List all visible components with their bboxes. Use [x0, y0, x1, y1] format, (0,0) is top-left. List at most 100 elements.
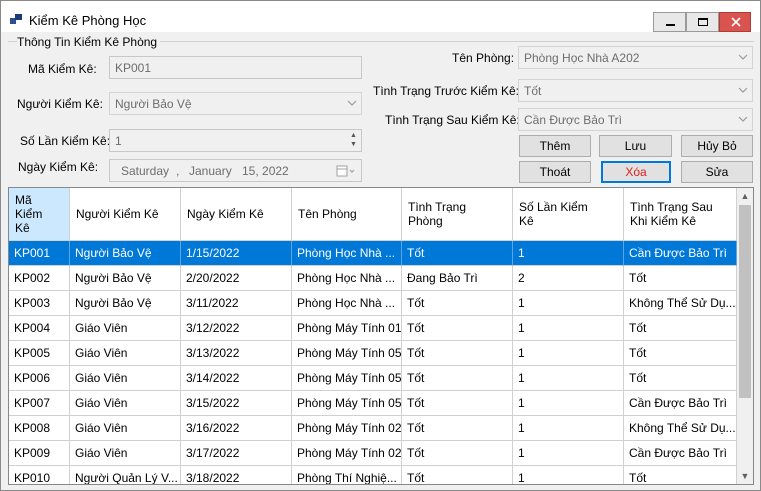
scroll-down-icon[interactable]: ▼	[737, 468, 753, 484]
table-row[interactable]: KP001 Người Bảo Vệ 1/15/2022 Phòng Học Nhà …	[9, 241, 737, 266]
table-cell-tinh-trang-sau[interactable]: Không Thể Sử Dụ...	[624, 416, 737, 441]
table-cell-so-lan-kiem-ke[interactable]: 1	[513, 391, 624, 416]
table-cell-ten-phong[interactable]: Phòng Máy Tính 05	[292, 391, 402, 416]
tinh-trang-truoc-combo[interactable]: Tốt	[518, 79, 753, 102]
table-cell-tinh-trang-phong[interactable]: Tốt	[402, 241, 513, 266]
table-cell-tinh-trang-phong[interactable]: Tốt	[402, 466, 513, 484]
table-cell-tinh-trang-sau[interactable]: Tốt	[624, 266, 737, 291]
table-cell-so-lan-kiem-ke[interactable]: 1	[513, 466, 624, 484]
tinh-trang-sau-combo[interactable]: Cần Được Bảo Trì	[518, 108, 753, 131]
table-cell-ten-phong[interactable]: Phòng Máy Tính 02	[292, 416, 402, 441]
column-header-ma-kiem-ke[interactable]: Mã Kiểm Kê	[9, 188, 70, 241]
add-button[interactable]: Thêm	[519, 135, 591, 157]
table-cell-tinh-trang-phong[interactable]: Tốt	[402, 441, 513, 466]
table-cell-ten-phong[interactable]: Phòng Thí Nghiệ...	[292, 466, 402, 484]
table-cell-tinh-trang-sau[interactable]: Tốt	[624, 341, 737, 366]
table-cell-so-lan-kiem-ke[interactable]: 2	[513, 266, 624, 291]
table-cell-tinh-trang-phong[interactable]: Tốt	[402, 391, 513, 416]
table-cell-tinh-trang-phong[interactable]: Tốt	[402, 316, 513, 341]
table-cell-nguoi-kiem-ke[interactable]: Người Bảo Vệ	[70, 266, 181, 291]
inventory-table[interactable]: Mã Kiểm Kê Người Kiểm Kê Ngày Kiểm Kê Tên P…	[8, 187, 754, 485]
table-row[interactable]: KP009 Giáo Viên 3/17/2022 Phòng Máy Tính 02…	[9, 441, 737, 466]
table-row[interactable]: KP004 Giáo Viên 3/12/2022 Phòng Máy Tính 01…	[9, 316, 737, 341]
table-cell-tinh-trang-sau[interactable]: Tốt	[624, 316, 737, 341]
table-cell-nguoi-kiem-ke[interactable]: Người Quản Lý V...	[70, 466, 181, 484]
table-cell-tinh-trang-sau[interactable]: Tốt	[624, 366, 737, 391]
nguoi-kiem-ke-combo[interactable]: Người Bảo Vệ	[109, 92, 362, 115]
table-cell-nguoi-kiem-ke[interactable]: Người Bảo Vệ	[70, 291, 181, 316]
table-cell-ngay-kiem-ke[interactable]: 3/11/2022	[181, 291, 292, 316]
table-cell-so-lan-kiem-ke[interactable]: 1	[513, 341, 624, 366]
table-cell-ma-kiem-ke[interactable]: KP005	[9, 341, 70, 366]
table-cell-ngay-kiem-ke[interactable]: 3/12/2022	[181, 316, 292, 341]
minimize-button[interactable]	[653, 12, 686, 32]
column-header-ten-phong[interactable]: Tên Phòng	[292, 188, 402, 241]
column-header-nguoi-kiem-ke[interactable]: Người Kiểm Kê	[70, 188, 181, 241]
table-cell-nguoi-kiem-ke[interactable]: Giáo Viên	[70, 316, 181, 341]
exit-button[interactable]: Thoát	[519, 161, 591, 183]
table-cell-nguoi-kiem-ke[interactable]: Giáo Viên	[70, 416, 181, 441]
cancel-button[interactable]: Hủy Bỏ	[681, 135, 753, 157]
vertical-scrollbar[interactable]: ▲ ▼	[737, 188, 753, 484]
table-cell-nguoi-kiem-ke[interactable]: Giáo Viên	[70, 441, 181, 466]
table-cell-ngay-kiem-ke[interactable]: 3/17/2022	[181, 441, 292, 466]
so-lan-kiem-ke-stepper[interactable]: 1 ▲ ▼	[109, 129, 362, 152]
table-cell-tinh-trang-phong[interactable]: Đang Bảo Trì	[402, 266, 513, 291]
table-row[interactable]: KP008 Giáo Viên 3/16/2022 Phòng Máy Tính 02…	[9, 416, 737, 441]
table-cell-tinh-trang-sau[interactable]: Không Thể Sử Dụ...	[624, 291, 737, 316]
column-header-tinh-trang-phong[interactable]: Tình Trạng Phòng	[402, 188, 513, 241]
spin-down-icon[interactable]: ▼	[347, 140, 360, 149]
table-cell-tinh-trang-phong[interactable]: Tốt	[402, 416, 513, 441]
close-button[interactable]	[719, 12, 751, 32]
table-cell-tinh-trang-phong[interactable]: Tốt	[402, 291, 513, 316]
table-cell-ngay-kiem-ke[interactable]: 3/18/2022	[181, 466, 292, 484]
table-cell-ten-phong[interactable]: Phòng Học Nhà ...	[292, 241, 402, 266]
table-cell-ten-phong[interactable]: Phòng Máy Tính 05	[292, 366, 402, 391]
table-row[interactable]: KP007 Giáo Viên 3/15/2022 Phòng Máy Tính 05…	[9, 391, 737, 416]
table-cell-ngay-kiem-ke[interactable]: 3/15/2022	[181, 391, 292, 416]
spin-updown-icon[interactable]: ▲ ▼	[347, 131, 360, 150]
table-cell-ma-kiem-ke[interactable]: KP004	[9, 316, 70, 341]
table-cell-so-lan-kiem-ke[interactable]: 1	[513, 416, 624, 441]
table-cell-so-lan-kiem-ke[interactable]: 1	[513, 366, 624, 391]
spin-up-icon[interactable]: ▲	[347, 131, 360, 140]
table-cell-ma-kiem-ke[interactable]: KP001	[9, 241, 70, 266]
column-header-so-lan-kiem-ke[interactable]: Số Lần Kiểm Kê	[513, 188, 624, 241]
table-cell-tinh-trang-sau[interactable]: Tốt	[624, 466, 737, 484]
table-cell-ten-phong[interactable]: Phòng Học Nhà ...	[292, 266, 402, 291]
scroll-up-icon[interactable]: ▲	[737, 188, 753, 204]
title-bar[interactable]: Kiểm Kê Phòng Học	[1, 1, 760, 32]
table-cell-ngay-kiem-ke[interactable]: 3/13/2022	[181, 341, 292, 366]
table-cell-ten-phong[interactable]: Phòng Máy Tính 05	[292, 341, 402, 366]
table-cell-ngay-kiem-ke[interactable]: 1/15/2022	[181, 241, 292, 266]
table-cell-ngay-kiem-ke[interactable]: 2/20/2022	[181, 266, 292, 291]
calendar-icon[interactable]	[336, 164, 356, 178]
edit-button[interactable]: Sửa	[681, 161, 753, 183]
table-cell-tinh-trang-phong[interactable]: Tốt	[402, 366, 513, 391]
delete-button[interactable]: Xóa	[601, 161, 671, 183]
column-header-ngay-kiem-ke[interactable]: Ngày Kiểm Kê	[181, 188, 292, 241]
ten-phong-combo[interactable]: Phòng Học Nhà A202	[518, 46, 753, 69]
table-cell-so-lan-kiem-ke[interactable]: 1	[513, 241, 624, 266]
ma-kiem-ke-input[interactable]: KP001	[109, 56, 362, 79]
table-cell-ma-kiem-ke[interactable]: KP007	[9, 391, 70, 416]
table-row[interactable]: KP005 Giáo Viên 3/13/2022 Phòng Máy Tính 05…	[9, 341, 737, 366]
table-cell-nguoi-kiem-ke[interactable]: Giáo Viên	[70, 366, 181, 391]
table-row[interactable]: KP003 Người Bảo Vệ 3/11/2022 Phòng Học Nhà …	[9, 291, 737, 316]
table-row[interactable]: KP010 Người Quản Lý V... 3/18/2022 Phòng Th…	[9, 466, 737, 484]
table-row[interactable]: KP006 Giáo Viên 3/14/2022 Phòng Máy Tính 05…	[9, 366, 737, 391]
table-cell-ten-phong[interactable]: Phòng Học Nhà ...	[292, 291, 402, 316]
maximize-button[interactable]	[686, 12, 719, 32]
table-cell-tinh-trang-sau[interactable]: Cần Được Bảo Trì	[624, 391, 737, 416]
table-cell-ma-kiem-ke[interactable]: KP009	[9, 441, 70, 466]
table-cell-ten-phong[interactable]: Phòng Máy Tính 01	[292, 316, 402, 341]
table-cell-nguoi-kiem-ke[interactable]: Giáo Viên	[70, 341, 181, 366]
table-cell-nguoi-kiem-ke[interactable]: Giáo Viên	[70, 391, 181, 416]
table-cell-ma-kiem-ke[interactable]: KP003	[9, 291, 70, 316]
table-cell-tinh-trang-sau[interactable]: Cần Được Bảo Trì	[624, 241, 737, 266]
column-header-tinh-trang-sau[interactable]: Tình Trạng Sau Khi Kiểm Kê	[624, 188, 737, 241]
ngay-kiem-ke-datepicker[interactable]: Saturday , January 15, 2022	[109, 159, 362, 182]
table-cell-ma-kiem-ke[interactable]: KP006	[9, 366, 70, 391]
table-cell-ten-phong[interactable]: Phòng Máy Tính 02	[292, 441, 402, 466]
table-row[interactable]: KP002 Người Bảo Vệ 2/20/2022 Phòng Học Nhà …	[9, 266, 737, 291]
